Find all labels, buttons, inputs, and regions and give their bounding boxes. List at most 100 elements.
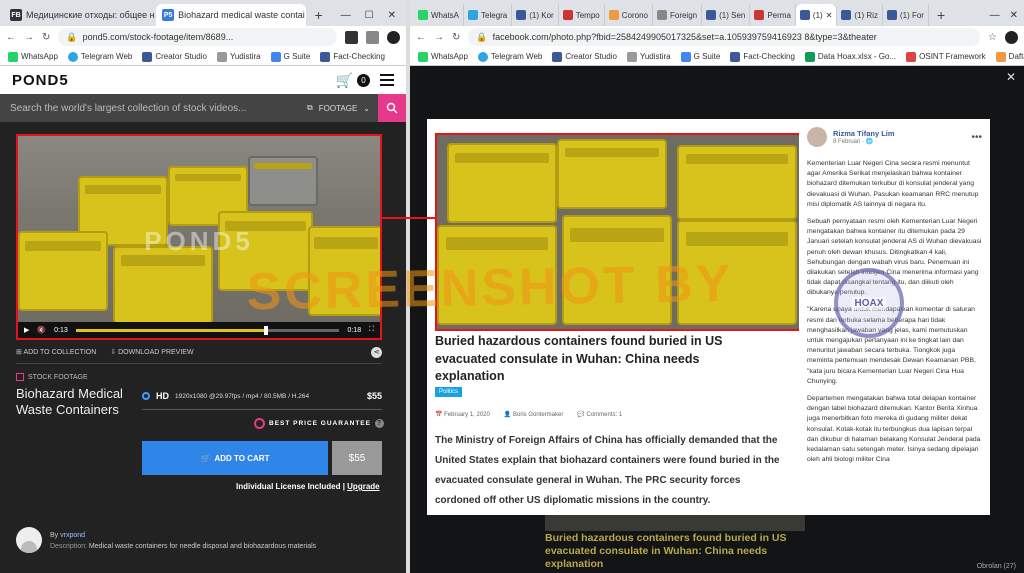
- search-button[interactable]: [378, 94, 406, 122]
- visual-search-icon[interactable]: ⧉: [307, 103, 313, 113]
- avatar[interactable]: [807, 127, 827, 147]
- bookmark-telegram[interactable]: Telegram Web: [477, 51, 542, 62]
- tab-item[interactable]: (1) For: [883, 4, 929, 26]
- tab-item[interactable]: Tempo: [559, 4, 605, 26]
- minimize-icon[interactable]: —: [990, 10, 1000, 21]
- help-icon[interactable]: ?: [374, 419, 384, 428]
- tab-strip: WhatsA Telegra (1) Kor Tempo Corono Fore…: [410, 0, 1024, 26]
- reload-icon[interactable]: ↻: [452, 32, 460, 43]
- bookmark-creator-studio[interactable]: Creator Studio: [142, 51, 207, 62]
- fullscreen-icon[interactable]: ⛶: [369, 326, 374, 334]
- bookmark-whatsapp[interactable]: WhatsApp: [8, 51, 58, 62]
- new-tab-icon[interactable]: +: [929, 4, 953, 26]
- close-window-icon[interactable]: ✕: [1010, 10, 1018, 21]
- close-window-icon[interactable]: ✕: [388, 10, 396, 21]
- search-input[interactable]: Search the world's largest collection of…: [10, 103, 307, 114]
- url-field[interactable]: 🔒 pond5.com/stock-footage/item/8689...: [58, 28, 337, 46]
- bookmark-label: WhatsApp: [21, 52, 58, 61]
- bookmark-g-suite[interactable]: G Suite: [680, 51, 720, 62]
- forward-icon[interactable]: →: [434, 32, 444, 43]
- radio-selected-icon[interactable]: [142, 392, 150, 400]
- bookmark-daftar[interactable]: Daftar Fact-check...: [995, 51, 1024, 62]
- tab-item[interactable]: Foreign: [653, 4, 703, 26]
- tab-item[interactable]: (1) Riz: [837, 4, 883, 26]
- author-link[interactable]: vrxpond: [60, 532, 85, 539]
- profile-avatar[interactable]: [387, 30, 400, 44]
- bookmark-creator-studio[interactable]: Creator Studio: [552, 51, 617, 62]
- minimize-icon[interactable]: —: [341, 10, 351, 21]
- avatar[interactable]: [16, 527, 42, 553]
- play-icon[interactable]: ▶: [24, 326, 29, 334]
- by-prefix: By: [50, 532, 59, 539]
- tab-item[interactable]: Corono: [605, 4, 653, 26]
- back-icon[interactable]: ←: [416, 32, 426, 43]
- chevron-down-icon[interactable]: ⌄: [363, 104, 370, 113]
- close-icon[interactable]: ✕: [1006, 70, 1016, 84]
- search-icon: [386, 102, 398, 114]
- stock-footage-kicker: STOCK FOOTAGE: [16, 373, 88, 381]
- poster-name[interactable]: Rizma Tifany Lim: [833, 129, 895, 138]
- extension-icon[interactable]: [366, 30, 379, 44]
- bookmark-label: Fact-Checking: [333, 52, 385, 61]
- more-options-icon[interactable]: •••: [971, 132, 982, 143]
- chat-link[interactable]: Obrolan (27): [977, 563, 1016, 570]
- bookmark-label: Daftar Fact-check...: [1008, 52, 1024, 61]
- bookmark-osint[interactable]: OSINT Framework: [906, 51, 986, 62]
- tab-item[interactable]: Telegra: [464, 4, 513, 26]
- price-button[interactable]: $55: [332, 441, 382, 475]
- bookmark-icon: [995, 51, 1006, 62]
- tab-item[interactable]: (1) Kor: [512, 4, 559, 26]
- tab-medical-waste[interactable]: FB Медицинские отходы: общее н ✕: [4, 4, 156, 26]
- reload-icon[interactable]: ↻: [42, 32, 50, 43]
- close-icon[interactable]: ✕: [826, 11, 833, 20]
- telegram-icon: [468, 10, 479, 20]
- best-price-guarantee: BEST PRICE GUARANTEE ?: [254, 418, 384, 429]
- forward-icon[interactable]: →: [24, 32, 34, 43]
- article-lede: The Ministry of Foreign Affairs of China…: [435, 435, 780, 506]
- download-preview-button[interactable]: ⇩ DOWNLOAD PREVIEW: [110, 348, 193, 356]
- category-tag[interactable]: Politics: [435, 387, 463, 397]
- seek-handle[interactable]: [263, 325, 268, 335]
- seek-progress: [75, 328, 266, 332]
- tab-item[interactable]: (1) Sen: [702, 4, 751, 26]
- hd-option[interactable]: HD 1920x1080 @29.97fps / mp4 / 80.5MB / …: [142, 388, 382, 404]
- pond5-logo[interactable]: POND5: [12, 72, 69, 89]
- bookmark-telegram[interactable]: Telegram Web: [67, 51, 132, 62]
- extension-icon[interactable]: [345, 30, 358, 44]
- back-icon[interactable]: ←: [6, 32, 16, 43]
- bookmark-yudistira[interactable]: Yudistira: [626, 51, 671, 62]
- bookmark-whatsapp[interactable]: WhatsApp: [418, 51, 468, 62]
- seek-bar[interactable]: [75, 325, 340, 335]
- bookmark-yudistira[interactable]: Yudistira: [216, 51, 261, 62]
- current-time: 0:13: [54, 326, 68, 334]
- cart-icon: 🛒: [200, 453, 211, 463]
- bookmark-fact-checking[interactable]: Fact-Checking: [320, 51, 385, 62]
- url-field[interactable]: 🔒 facebook.com/photo.php?fbid=2584249905…: [468, 28, 981, 46]
- new-tab-icon[interactable]: +: [306, 4, 330, 26]
- bookmarks-bar: WhatsApp Telegram Web Creator Studio Yud…: [0, 48, 406, 66]
- bookmark-g-suite[interactable]: G Suite: [270, 51, 310, 62]
- upgrade-link[interactable]: Upgrade: [347, 482, 379, 491]
- tab-item-active[interactable]: (1) ✕: [795, 4, 838, 26]
- tempo-icon: [562, 10, 573, 20]
- tab-biohazard[interactable]: P5 Biohazard medical waste contai ✕: [156, 4, 307, 26]
- category-select[interactable]: FOOTAGE: [319, 104, 358, 113]
- add-to-collection-button[interactable]: ⊞ ADD TO COLLECTION: [16, 348, 96, 356]
- bookmark-data-hoax[interactable]: Data Hoax.xlsx - Go...: [804, 51, 896, 62]
- profile-avatar[interactable]: [1005, 30, 1018, 44]
- cart-button[interactable]: 🛒 0: [336, 72, 370, 89]
- license-label: Individual License Included: [236, 482, 341, 491]
- date-text: 📅 February 1, 2020: [435, 412, 490, 418]
- window-controls: — ✕: [984, 4, 1024, 26]
- add-to-cart-button[interactable]: 🛒 ADD TO CART: [142, 441, 328, 475]
- tab-item[interactable]: WhatsA: [414, 4, 465, 26]
- bookmark-fact-checking[interactable]: Fact-Checking: [730, 51, 795, 62]
- tab-item[interactable]: Perma: [750, 4, 796, 26]
- hoax-seal: HOAX: [834, 268, 904, 338]
- tab-label: Foreign: [669, 10, 698, 20]
- maximize-icon[interactable]: ☐: [365, 10, 374, 21]
- mute-icon[interactable]: 🔇: [37, 326, 46, 334]
- hamburger-menu-icon[interactable]: [380, 74, 394, 86]
- share-icon[interactable]: ⋖: [371, 346, 382, 358]
- star-icon[interactable]: ☆: [988, 32, 997, 43]
